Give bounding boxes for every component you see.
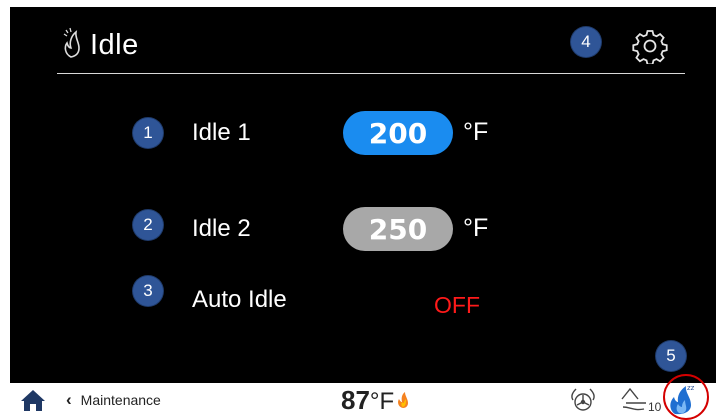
chevron-left-icon: ‹ xyxy=(66,390,72,409)
temperature-unit: °F xyxy=(369,388,395,415)
footer-bar: ‹ Maintenance 87 °F 10 zz xyxy=(0,383,725,416)
idle-mode-icon[interactable]: zz xyxy=(665,380,705,418)
home-icon[interactable] xyxy=(20,388,46,412)
steam-icon[interactable] xyxy=(620,383,650,413)
current-temperature: 87 °F xyxy=(341,385,409,416)
back-to-maintenance-link[interactable]: ‹ Maintenance xyxy=(66,390,161,409)
callout-badge-3: 3 xyxy=(133,276,163,306)
idle-screen: Idle 4 1 Idle 1 200 °F 2 Idle 2 250 °F 3… xyxy=(10,7,716,383)
idle-1-unit: °F xyxy=(463,118,489,146)
idle-1-label: Idle 1 xyxy=(192,119,251,146)
steam-count-badge: 10 xyxy=(648,400,662,414)
idle-1-value-button[interactable]: 200 xyxy=(343,111,453,155)
back-link-label: Maintenance xyxy=(80,392,161,408)
auto-idle-toggle[interactable]: OFF xyxy=(434,292,480,319)
temperature-value: 87 xyxy=(341,385,370,415)
idle-2-label: Idle 2 xyxy=(192,215,251,242)
gear-icon[interactable] xyxy=(632,28,668,64)
idle-2-unit: °F xyxy=(463,214,489,242)
auto-idle-label: Auto Idle xyxy=(192,286,287,313)
svg-text:zz: zz xyxy=(687,384,695,392)
flame-icon xyxy=(398,392,409,408)
callout-badge-1: 1 xyxy=(133,118,163,148)
header-divider xyxy=(57,73,685,74)
callout-badge-5: 5 xyxy=(656,341,686,371)
idle-2-value-button[interactable]: 250 xyxy=(343,207,453,251)
callout-badge-4: 4 xyxy=(571,27,601,57)
flame-outline-icon xyxy=(63,27,80,58)
fan-icon[interactable] xyxy=(568,387,598,413)
page-title: Idle xyxy=(90,29,139,61)
callout-badge-2: 2 xyxy=(133,210,163,240)
